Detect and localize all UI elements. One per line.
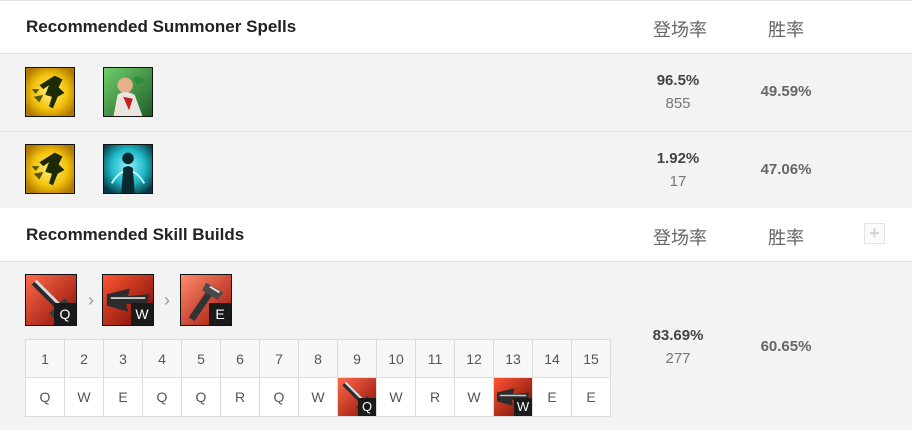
level-cell: 6 <box>220 339 260 378</box>
level-cell: 15 <box>571 339 611 378</box>
e-skill-icon[interactable]: E <box>180 274 232 326</box>
q-skill-icon[interactable]: Q <box>338 378 376 416</box>
win-rate: 60.65% <box>760 338 812 355</box>
cleanse-spell-icon[interactable] <box>103 144 153 194</box>
skill-order-row: Q W E Q Q R Q W Q W R W W E E <box>25 377 611 417</box>
level-cell: 1 <box>25 339 65 378</box>
skill-cell: Q <box>142 377 182 417</box>
skill-cell: W <box>64 377 104 417</box>
pick-rate-column-header[interactable]: 登场率 <box>620 224 740 250</box>
skill-cell-highlight: W <box>493 377 533 417</box>
games-count: 855 <box>665 95 691 112</box>
w-skill-icon[interactable]: W <box>494 378 532 416</box>
games-count: 277 <box>665 350 691 367</box>
level-cell: 10 <box>376 339 416 378</box>
skill-cell: E <box>571 377 611 417</box>
skill-cell: W <box>454 377 494 417</box>
skill-cell: E <box>103 377 143 417</box>
win-rate: 49.59% <box>760 83 812 100</box>
win-rate-column-header[interactable]: 胜率 <box>726 224 846 250</box>
chevron-right-icon: › <box>88 290 94 310</box>
skill-cell: Q <box>259 377 299 417</box>
pick-rate: 1.92% <box>656 150 700 167</box>
skill-key-badge: W <box>131 303 153 325</box>
level-cell: 4 <box>142 339 182 378</box>
skill-key-badge: Q <box>358 398 376 416</box>
q-skill-icon[interactable]: Q <box>25 274 77 326</box>
skill-builds-header: Recommended Skill Builds 登场率 胜率 + <box>0 208 912 262</box>
pick-rate: 96.5% <box>656 72 700 89</box>
level-cell: 5 <box>181 339 221 378</box>
skill-cell: W <box>298 377 338 417</box>
w-skill-icon[interactable]: W <box>102 274 154 326</box>
level-cell: 14 <box>532 339 572 378</box>
skill-builds-title: Recommended Skill Builds <box>26 225 245 244</box>
skill-cell: Q <box>181 377 221 417</box>
skill-key-badge: Q <box>54 303 76 325</box>
level-cell: 11 <box>415 339 455 378</box>
pick-rate-column-header[interactable]: 登场率 <box>620 16 740 42</box>
win-rate-column-header[interactable]: 胜率 <box>726 16 846 42</box>
level-row: 1 2 3 4 5 6 7 8 9 10 11 12 13 14 15 <box>25 339 611 378</box>
level-cell: 3 <box>103 339 143 378</box>
skill-cell: R <box>415 377 455 417</box>
spell-row: 1.92% 17 47.06% <box>0 132 912 208</box>
chevron-right-icon: › <box>164 290 170 310</box>
pick-rate: 83.69% <box>652 327 704 344</box>
flash-spell-icon[interactable] <box>25 144 75 194</box>
skill-cell: E <box>532 377 572 417</box>
level-cell: 7 <box>259 339 299 378</box>
skill-cell: R <box>220 377 260 417</box>
games-count: 17 <box>669 173 687 190</box>
skill-cell: Q <box>25 377 65 417</box>
flash-spell-icon[interactable] <box>25 67 75 117</box>
level-cell: 12 <box>454 339 494 378</box>
skill-key-badge: E <box>209 303 231 325</box>
add-build-button[interactable]: + <box>864 223 885 244</box>
skill-cell-highlight: Q <box>337 377 377 417</box>
level-cell: 13 <box>493 339 533 378</box>
skill-key-badge: W <box>514 398 532 416</box>
level-cell: 9 <box>337 339 377 378</box>
level-cell: 2 <box>64 339 104 378</box>
level-cell: 8 <box>298 339 338 378</box>
summoner-spells-title: Recommended Summoner Spells <box>26 17 297 36</box>
win-rate: 47.06% <box>760 161 812 178</box>
skill-order-table: 1 2 3 4 5 6 7 8 9 10 11 12 13 14 15 Q W … <box>25 339 611 417</box>
skill-cell: W <box>376 377 416 417</box>
summoner-spells-header: Recommended Summoner Spells 登场率 胜率 <box>0 1 912 54</box>
heal-spell-icon[interactable] <box>103 67 153 117</box>
spell-row: 96.5% 855 49.59% <box>0 54 912 131</box>
